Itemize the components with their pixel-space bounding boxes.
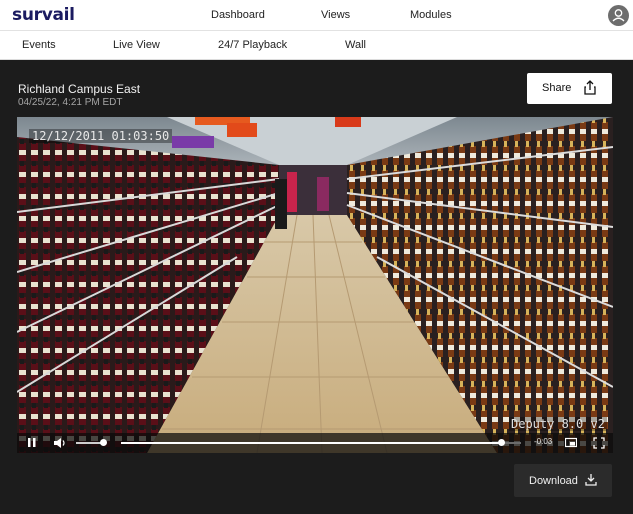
nav-dashboard[interactable]: Dashboard (211, 9, 265, 21)
download-button[interactable]: Download (514, 464, 612, 497)
video-osd-timestamp: 12/12/2011 01:03:50 (29, 129, 173, 143)
download-icon (585, 474, 597, 486)
time-remaining: -0:03 (534, 437, 553, 446)
volume-handle[interactable] (100, 439, 107, 446)
pause-icon[interactable] (27, 436, 37, 450)
nav-modules[interactable]: Modules (410, 9, 452, 21)
video-frame[interactable]: 12/12/2011 01:03:50 Deputy 8.0 v2 (17, 117, 613, 453)
top-nav-bar: survail Dashboard Views Modules (0, 0, 633, 31)
nav-views[interactable]: Views (321, 9, 350, 21)
player-controls: -0:03 (17, 433, 613, 453)
tab-live-view[interactable]: Live View (113, 39, 160, 51)
seek-handle[interactable] (498, 439, 505, 446)
seek-progress (121, 442, 501, 444)
volume-icon[interactable] (53, 436, 67, 450)
share-label: Share (542, 82, 572, 94)
camera-panel: Richland Campus East 04/25/22, 4:21 PM E… (0, 60, 633, 514)
share-button[interactable]: Share (527, 73, 612, 104)
app-logo[interactable]: survail (12, 5, 75, 25)
camera-title: Richland Campus East (18, 82, 141, 96)
tab-playback[interactable]: 24/7 Playback (218, 39, 287, 51)
camera-timestamp: 04/25/22, 4:21 PM EDT (18, 97, 123, 108)
download-label: Download (529, 475, 578, 487)
picture-in-picture-icon[interactable] (565, 436, 577, 450)
video-scene (17, 117, 613, 453)
share-icon (584, 80, 596, 95)
sub-nav-bar: Events Live View 24/7 Playback Wall (0, 31, 633, 60)
fullscreen-icon[interactable] (593, 436, 605, 450)
video-osd-version: Deputy 8.0 v2 (509, 417, 607, 431)
tab-wall[interactable]: Wall (345, 39, 366, 51)
tab-events[interactable]: Events (22, 39, 56, 51)
user-icon (612, 9, 625, 22)
user-avatar[interactable] (608, 5, 629, 26)
